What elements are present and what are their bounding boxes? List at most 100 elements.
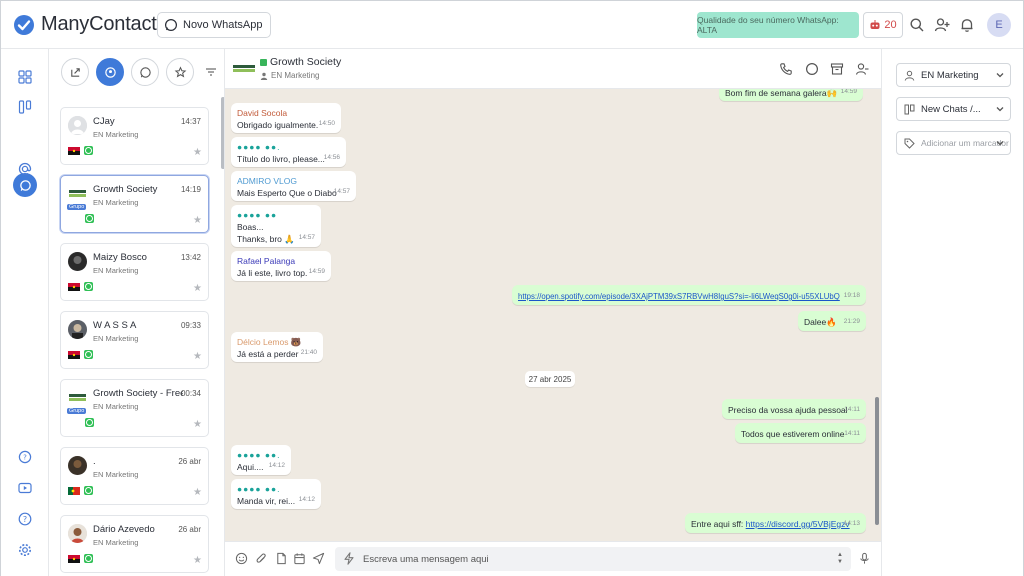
search-icon[interactable]	[909, 17, 925, 33]
message-bubble-outgoing[interactable]: Entre aqui sff: https://discord.gg/5VBjE…	[685, 513, 866, 533]
settings-gear-icon[interactable]	[17, 542, 33, 558]
chevron-down-icon	[996, 107, 1004, 112]
message-bubble-incoming[interactable]: Délcio Lemos 🐻 Já está a perder 21:40	[231, 332, 323, 362]
top-bar: ManyContacts Novo WhatsApp Qualidade do …	[1, 1, 1023, 49]
favorite-star-icon[interactable]: ★	[193, 147, 202, 158]
message-thread[interactable]: Bom fim de semana galera🙌 14:59 David So…	[225, 89, 881, 541]
filter-unassigned-button[interactable]	[61, 58, 89, 86]
archive-icon[interactable]	[830, 62, 844, 76]
message-time: 19:18	[843, 292, 860, 299]
calendar-icon[interactable]	[293, 552, 306, 565]
message-bubble-incoming[interactable]: ●●●● ●●. Aqui.... 14:12	[231, 445, 291, 475]
message-bubble-incoming[interactable]: Rafael Palanga Já li este, livro top. 14…	[231, 251, 331, 281]
app-name: ManyContacts	[41, 13, 167, 35]
send-template-icon[interactable]	[312, 552, 325, 565]
contact-details-panel: EN Marketing New Chats /... Adicionar um…	[881, 49, 1023, 576]
user-icon	[904, 70, 915, 81]
video-tutorial-icon[interactable]	[17, 480, 33, 496]
chat-time: 26 abr	[178, 525, 201, 534]
help-icon[interactable]: ?	[17, 511, 33, 527]
chat-list-item[interactable]: Grupo Growth Society 14:19 EN Marketing …	[60, 175, 209, 233]
chat-list-item[interactable]: Maizy Bosco 13:42 EN Marketing ★	[60, 243, 209, 301]
chat-name: W A S S A	[93, 320, 137, 331]
chat-arrow-icon	[70, 67, 80, 77]
message-time: 21:29	[843, 318, 860, 325]
chat-list-item[interactable]: W A S S A 09:33 EN Marketing ★	[60, 311, 209, 369]
message-sender: ●●●● ●●	[237, 210, 278, 220]
chat-list-panel: CJay 14:37 EN Marketing ★ Grupo Growth S…	[49, 49, 225, 576]
group-badge: Grupo	[67, 204, 87, 210]
whatsapp-channel-icon	[84, 350, 93, 359]
message-input[interactable]: Escreva uma mensagem aqui ▲ ▼	[335, 547, 851, 571]
chat-list-item[interactable]: Dário Azevedo 26 abr EN Marketing ★	[60, 515, 209, 573]
filter-starred-button[interactable]	[166, 58, 194, 86]
microphone-icon[interactable]	[858, 552, 871, 565]
attach-paperclip-icon[interactable]	[255, 552, 268, 565]
message-bubble-outgoing[interactable]: Preciso da vossa ajuda pessoal 14:11	[722, 399, 866, 419]
message-bubble-incoming[interactable]: David Socola Obrigado igualmente. 14:50	[231, 103, 341, 133]
date-separator: 27 abr 2025	[525, 371, 575, 387]
message-link[interactable]: https://open.spotify.com/episode/3XAjPTM…	[518, 292, 840, 301]
chat-team: EN Marketing	[93, 470, 139, 479]
user-avatar[interactable]: E	[987, 13, 1011, 37]
group-logo	[68, 184, 87, 203]
quick-reply-bolt-icon[interactable]	[343, 552, 355, 565]
message-bubble-incoming[interactable]: ADMIRO VLOG Mais Esperto Que o Diabo 14:…	[231, 171, 356, 201]
emoji-icon[interactable]	[235, 552, 248, 565]
user-icon	[260, 72, 268, 80]
chat-list-item[interactable]: Grupo Growth Society - Free 00:34 EN Mar…	[60, 379, 209, 437]
dashboard-icon[interactable]	[17, 69, 33, 85]
group-badge: Grupo	[67, 408, 87, 414]
sort-filter-icon[interactable]	[205, 66, 217, 78]
chat-list-item[interactable]: . 26 abr EN Marketing ★	[60, 447, 209, 505]
support-chat-icon[interactable]: ?	[17, 449, 33, 465]
favorite-star-icon[interactable]: ★	[193, 283, 202, 294]
favorite-star-icon[interactable]: ★	[193, 555, 202, 566]
tag-select[interactable]: Adicionar um marcador	[896, 131, 1011, 155]
message-bubble-incoming[interactable]: ●●●● ●●. Manda vir, rei... 14:12	[231, 479, 321, 509]
pipeline-stage-select[interactable]: New Chats /...	[896, 97, 1011, 121]
message-bubble-outgoing[interactable]: https://open.spotify.com/episode/3XAjPTM…	[512, 285, 866, 305]
kanban-icon	[904, 104, 915, 115]
filter-mine-button[interactable]	[96, 58, 124, 86]
kanban-icon[interactable]	[17, 99, 33, 115]
conversation-title[interactable]: Growth Society	[260, 56, 341, 68]
assign-user-icon[interactable]	[855, 62, 869, 76]
chat-team: EN Marketing	[93, 538, 139, 547]
document-icon[interactable]	[275, 552, 288, 565]
message-bubble-outgoing[interactable]: Bom fim de semana galera🙌 14:59	[719, 89, 863, 101]
manycontacts-logo-icon	[14, 14, 34, 35]
avatar	[68, 524, 87, 543]
message-bubble-outgoing[interactable]: Dalee🔥 21:29	[798, 311, 866, 331]
message-text: Preciso da vossa ajuda pessoal	[728, 405, 848, 415]
add-user-icon[interactable]	[934, 17, 950, 33]
chevron-down-icon	[996, 73, 1004, 78]
message-bubble-incoming[interactable]: ●●●● ●●. Título do livro, please... 14:5…	[231, 137, 346, 167]
thread-scrollbar[interactable]	[875, 397, 879, 525]
mention-icon[interactable]	[17, 161, 33, 177]
favorite-star-icon[interactable]: ★	[193, 419, 202, 430]
new-whatsapp-button[interactable]: Novo WhatsApp	[157, 12, 272, 38]
input-resize-stepper[interactable]: ▲ ▼	[837, 552, 843, 566]
credits-badge[interactable]: 20	[863, 12, 903, 38]
message-bubble-incoming[interactable]: ●●●● ●● Boas... Thanks, bro 🙏 14:57	[231, 205, 321, 247]
chat-team: EN Marketing	[93, 198, 139, 207]
message-input-placeholder: Escreva uma mensagem aqui	[363, 553, 489, 565]
favorite-star-icon[interactable]: ★	[193, 487, 202, 498]
message-link[interactable]: https://discord.gg/5VBjEgzv	[746, 519, 850, 529]
avatar	[68, 320, 87, 339]
resolve-circle-icon[interactable]	[805, 62, 819, 76]
whatsapp-channel-icon	[85, 418, 94, 427]
favorite-star-icon[interactable]: ★	[193, 215, 202, 226]
conversation-title-text: Growth Society	[270, 56, 342, 68]
bell-icon[interactable]	[959, 17, 975, 33]
message-time: 14:57	[298, 234, 315, 241]
message-bubble-outgoing[interactable]: Todos que estiverem online 14:11	[735, 423, 866, 443]
team-select[interactable]: EN Marketing	[896, 63, 1011, 87]
chat-list-item[interactable]: CJay 14:37 EN Marketing ★	[60, 107, 209, 165]
phone-icon[interactable]	[779, 62, 793, 76]
app-logo[interactable]: ManyContacts	[13, 13, 167, 36]
filter-whatsapp-button[interactable]	[131, 58, 159, 86]
left-rail: ? ?	[1, 49, 49, 576]
favorite-star-icon[interactable]: ★	[193, 351, 202, 362]
